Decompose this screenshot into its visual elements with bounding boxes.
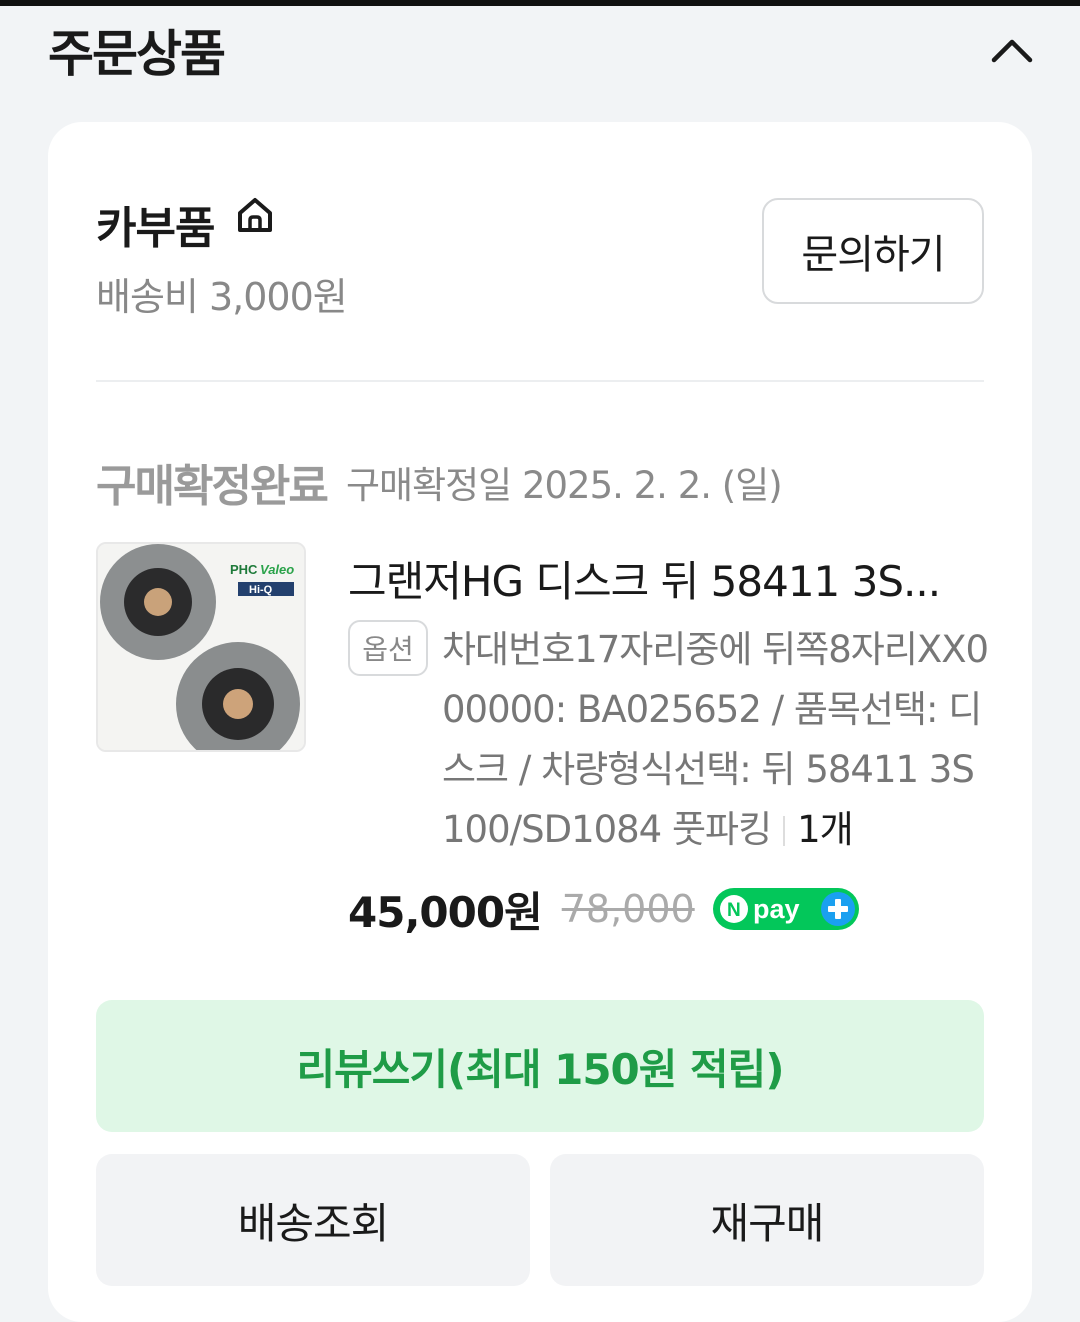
quantity: 1개 [797, 808, 854, 851]
order-items-header: 주문상품 [48, 14, 1038, 84]
npay-plus-badge: N pay [712, 888, 859, 930]
image-brand-phc: PHC [230, 562, 258, 577]
confirm-date: 구매확정일 2025. 2. 2. (일) [345, 464, 783, 507]
track-shipping-button[interactable]: 배송조회 [96, 1154, 530, 1286]
order-status: 구매확정완료 [96, 461, 329, 512]
home-icon[interactable] [234, 194, 276, 236]
svg-text:N: N [727, 900, 741, 921]
shipping-fee: 배송비 3,000원 [96, 275, 348, 319]
sale-price: 45,000원 [348, 887, 543, 937]
status-bar-edge [0, 0, 1080, 6]
image-brand-hiq: Hi-Q [249, 584, 273, 596]
option-badge: 옵션 [348, 620, 428, 676]
quantity-separator [783, 816, 786, 846]
price-row: 45,000원 78,000 N pay [348, 882, 859, 937]
original-price: 78,000 [561, 887, 695, 931]
section-title: 주문상품 [48, 25, 226, 83]
product-thumbnail[interactable]: PHC Valeo Hi-Q [96, 542, 306, 752]
order-status-row: 구매확정완료 구매확정일 2025. 2. 2. (일) [96, 450, 783, 512]
store-name[interactable]: 카부품 [96, 192, 215, 256]
chevron-up-icon[interactable] [986, 26, 1038, 78]
order-card: 카부품 배송비 3,000원 문의하기 구매확정완료 구매확정일 2025. 2… [48, 122, 1032, 1322]
option-text: 차대번호17자리중에 뒤쪽8자리XX000000: BA025652 / 품목선… [442, 620, 990, 860]
npay-label: pay [753, 894, 800, 924]
image-brand-valeo: Valeo [260, 562, 294, 577]
option-description: 차대번호17자리중에 뒤쪽8자리XX000000: BA025652 / 품목선… [442, 628, 989, 851]
inquiry-button[interactable]: 문의하기 [762, 198, 984, 304]
divider [96, 380, 984, 382]
product-name[interactable]: 그랜저HG 디스크 뒤 58411 3S... [348, 548, 968, 609]
write-review-button[interactable]: 리뷰쓰기(최대 150원 적립) [96, 1000, 984, 1132]
rebuy-button[interactable]: 재구매 [550, 1154, 984, 1286]
